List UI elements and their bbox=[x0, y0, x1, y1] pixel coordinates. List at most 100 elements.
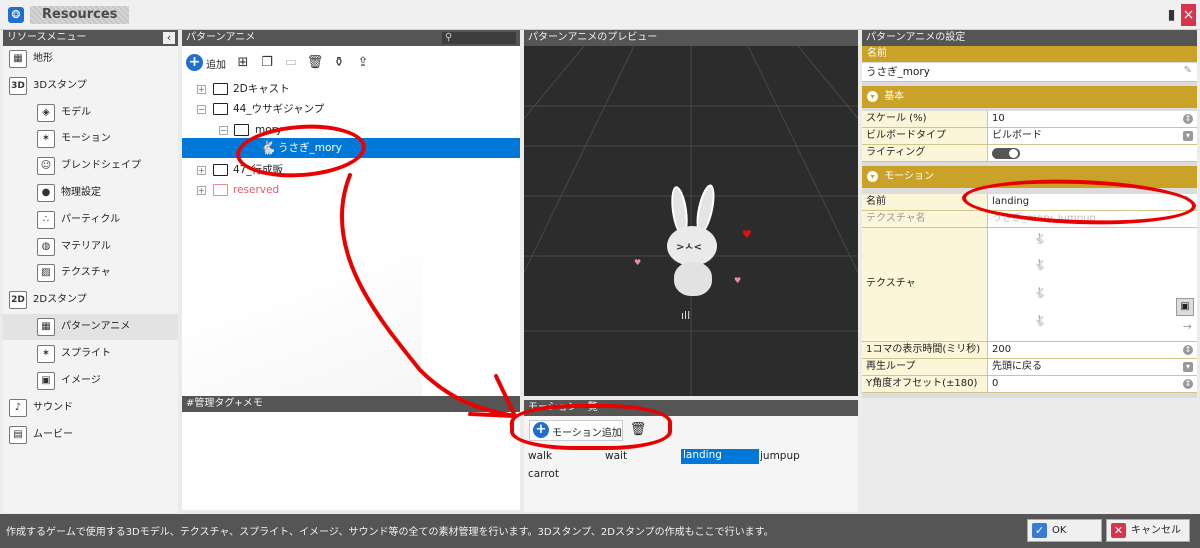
ok-button[interactable]: ✓ OK bbox=[1027, 519, 1102, 542]
left-menu-item-model[interactable]: ◈ モデル bbox=[3, 100, 178, 126]
settings-header: パターンアニメの設定 bbox=[862, 30, 1197, 46]
tree-expander[interactable]: + bbox=[197, 166, 206, 175]
cancel-button[interactable]: ✕ キャンセル bbox=[1106, 519, 1190, 542]
2d-stamp-icon: 2D bbox=[9, 291, 27, 309]
left-menu-item-sound[interactable]: ♪ サウンド bbox=[3, 395, 178, 421]
motion-item-wait[interactable]: wait bbox=[605, 450, 675, 465]
add-button[interactable]: + 追加 bbox=[185, 52, 229, 74]
add-folder-icon[interactable]: ⊞ bbox=[234, 54, 252, 72]
material-icon: ◍ bbox=[37, 238, 55, 256]
tree-row-label: reserved bbox=[233, 184, 280, 196]
tree-expander[interactable]: + bbox=[197, 186, 206, 195]
lighting-row[interactable]: ライティング bbox=[862, 145, 1197, 162]
left-menu-item-sprite[interactable]: ✶ スプライト bbox=[3, 341, 178, 367]
copy-icon[interactable]: ❐ bbox=[258, 54, 276, 72]
preview-header: パターンアニメのプレビュー bbox=[524, 30, 858, 46]
memo-textarea[interactable] bbox=[182, 412, 520, 510]
left-menu-item-particle[interactable]: ∴ パーティクル bbox=[3, 207, 178, 233]
texture-icon: ▨ bbox=[37, 264, 55, 282]
left-menu-item-3d-stamp[interactable]: 3D 3Dスタンプ bbox=[3, 73, 178, 99]
motion-item-carrot[interactable]: carrot bbox=[528, 468, 598, 483]
texture-strip: 🐇 🐇 🐇 🐇 bbox=[1030, 232, 1056, 338]
left-menu-item-motion[interactable]: ✶ モーション bbox=[3, 126, 178, 152]
left-menu-item-movie[interactable]: ▤ ムービー bbox=[3, 422, 178, 448]
left-menu-item-texture[interactable]: ▨ テクスチャ bbox=[3, 260, 178, 286]
movie-icon: ▤ bbox=[9, 426, 27, 444]
spin-icon[interactable]: ⇕ bbox=[1183, 379, 1193, 389]
tree-expander[interactable]: − bbox=[197, 105, 206, 114]
lighting-toggle[interactable] bbox=[992, 148, 1020, 159]
stamp-icon[interactable]: ⚱ bbox=[330, 54, 348, 72]
open-folder-icon bbox=[234, 124, 249, 136]
paste-icon: ▭ bbox=[284, 55, 298, 70]
left-menu-item-2d-stamp[interactable]: 2D 2Dスタンプ bbox=[3, 287, 178, 313]
toggle-knob bbox=[1009, 149, 1018, 158]
change-texture-icon[interactable]: ▣ bbox=[1176, 298, 1194, 316]
left-menu-item-physics[interactable]: ● 物理設定 bbox=[3, 180, 178, 206]
rabbit-body bbox=[674, 262, 712, 296]
heart-icon: ♥ bbox=[742, 228, 752, 241]
texture-frame-rabbit-icon: 🐇 bbox=[1034, 288, 1047, 299]
billboard-value: ビルボード bbox=[992, 130, 1042, 141]
billboard-row[interactable]: ビルボードタイプ ビルボード ▾ bbox=[862, 128, 1197, 145]
tree-expander[interactable]: − bbox=[219, 126, 228, 135]
left-menu-item-label: ブレンドシェイプ bbox=[61, 160, 141, 171]
left-menu: ▦ 地形 3D 3Dスタンプ ◈ モデル ✶ モーション ☺ ブレンドシェイプ … bbox=[3, 46, 178, 513]
sound-icon: ♪ bbox=[9, 399, 27, 417]
tree-row[interactable]: + reserved bbox=[182, 180, 520, 200]
texture-row[interactable]: テクスチャ 🐇 🐇 🐇 🐇 ▣ → bbox=[862, 228, 1197, 342]
left-menu-item-pattern-anime[interactable]: ▦ パターンアニメ bbox=[3, 314, 178, 340]
export-icon[interactable]: ⇪ bbox=[354, 54, 372, 72]
left-menu-title: リソースメニュー bbox=[7, 32, 87, 43]
motion-lines: ıll bbox=[681, 309, 691, 322]
trash-icon[interactable]: 🗑 bbox=[306, 54, 324, 72]
basic-section-header[interactable]: ▾ 基本 bbox=[862, 86, 1197, 108]
texture-name-label: テクスチャ名 bbox=[862, 211, 988, 227]
check-icon: ✓ bbox=[1032, 523, 1047, 538]
add-button-label: 追加 bbox=[206, 60, 226, 71]
left-menu-item-material[interactable]: ◍ マテリアル bbox=[3, 234, 178, 260]
arrow-right-icon[interactable]: → bbox=[1183, 320, 1192, 333]
motion-item-walk[interactable]: walk bbox=[528, 450, 598, 465]
plus-circle-icon: + bbox=[186, 54, 203, 71]
spin-icon[interactable]: ⇕ bbox=[1183, 345, 1193, 355]
spin-icon[interactable]: ⇕ bbox=[1183, 114, 1193, 124]
texture-frame-rabbit-icon: 🐇 bbox=[1034, 260, 1047, 271]
minimize-button[interactable]: ▮ bbox=[1164, 4, 1179, 26]
preview-viewport[interactable]: >ㅅ< ♥ ♥ ♥ ıll bbox=[524, 46, 858, 396]
rabbit-face: >ㅅ< bbox=[676, 242, 702, 253]
x-icon: ✕ bbox=[1111, 523, 1126, 538]
app-icon: ❂ bbox=[8, 7, 24, 23]
folder-icon bbox=[213, 184, 228, 196]
tree-search-input[interactable] bbox=[442, 32, 516, 44]
model-icon: ◈ bbox=[37, 104, 55, 122]
tree-expander[interactable]: + bbox=[197, 85, 206, 94]
scale-value: 10 bbox=[992, 113, 1005, 124]
pencil-icon[interactable]: ✎ bbox=[1184, 65, 1192, 76]
left-menu-item-image[interactable]: ▣ イメージ bbox=[3, 368, 178, 394]
motion-item-landing[interactable]: landing bbox=[681, 449, 759, 464]
left-menu-item-terrain[interactable]: ▦ 地形 bbox=[3, 46, 178, 72]
y-offset-row[interactable]: Y角度オフセット(±180) 0 ⇕ bbox=[862, 376, 1197, 393]
particle-icon: ∴ bbox=[37, 211, 55, 229]
loop-row[interactable]: 再生ループ 先頭に戻る ▾ bbox=[862, 359, 1197, 376]
left-menu-item-label: マテリアル bbox=[61, 241, 111, 252]
open-folder-icon bbox=[213, 103, 228, 115]
name-value: うさぎ_mory bbox=[866, 66, 930, 78]
left-menu-item-blend-shape[interactable]: ☺ ブレンドシェイプ bbox=[3, 153, 178, 179]
y-offset-label: Y角度オフセット(±180) bbox=[862, 376, 988, 392]
collapse-icon[interactable]: ‹ bbox=[163, 32, 175, 44]
tree-row[interactable]: − 44_ウサギジャンプ bbox=[182, 99, 520, 119]
dropdown-icon[interactable]: ▾ bbox=[1183, 362, 1193, 372]
name-field[interactable]: うさぎ_mory ✎ bbox=[862, 63, 1197, 82]
motion-item-jumpup[interactable]: jumpup bbox=[760, 450, 830, 465]
dropdown-icon[interactable]: ▾ bbox=[1183, 131, 1193, 141]
left-menu-item-label: 地形 bbox=[33, 53, 53, 64]
scale-row[interactable]: スケール (%) 10 ⇕ bbox=[862, 111, 1197, 128]
frame-time-row[interactable]: 1コマの表示時間(ミリ秒) 200 ⇕ bbox=[862, 342, 1197, 359]
close-button[interactable]: × bbox=[1181, 4, 1196, 26]
frame-time-label: 1コマの表示時間(ミリ秒) bbox=[862, 342, 988, 358]
tree-row[interactable]: + 2Dキャスト bbox=[182, 79, 520, 99]
frame-time-value: 200 bbox=[992, 344, 1012, 355]
left-menu-header: リソースメニュー ‹ bbox=[3, 30, 178, 46]
